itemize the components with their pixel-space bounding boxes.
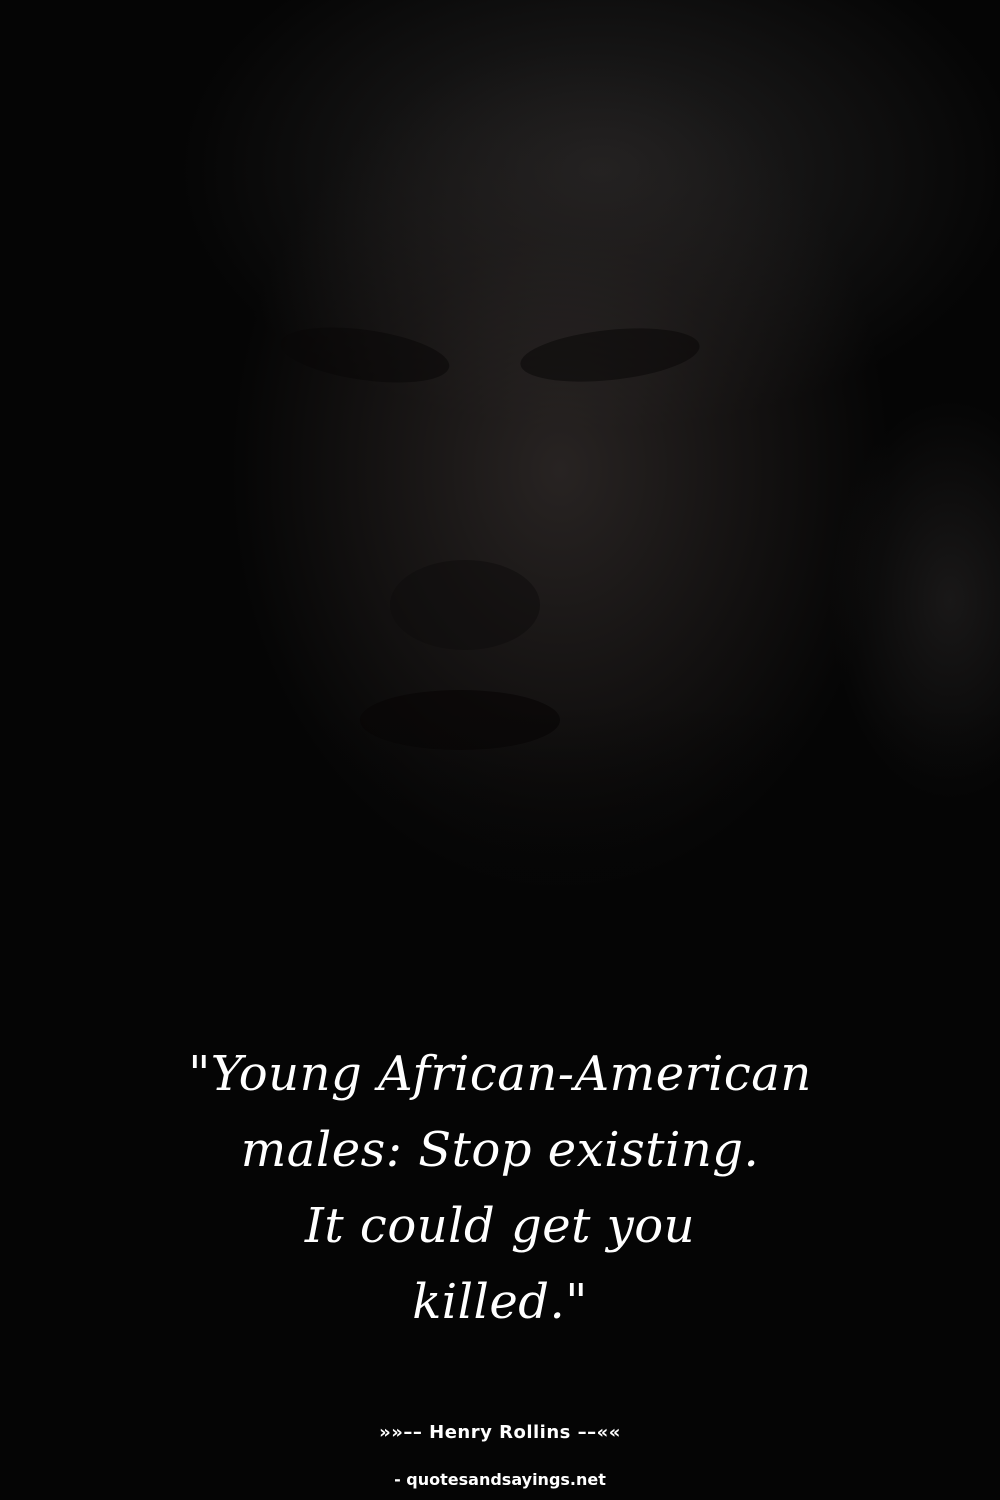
quote-card: "Young African-American males: Stop exis… bbox=[0, 0, 1000, 1500]
quote-line: It could get you bbox=[304, 1198, 696, 1254]
author-attribution: »»–– Henry Rollins ––«« bbox=[379, 1422, 621, 1443]
portrait-brow-right bbox=[517, 320, 703, 390]
portrait-nose bbox=[390, 560, 540, 650]
quote-line: killed." bbox=[412, 1274, 588, 1330]
portrait-brow-left bbox=[277, 318, 453, 392]
quote-text: "Young African-American males: Stop exis… bbox=[100, 1036, 900, 1340]
quote-line: "Young African-American bbox=[188, 1046, 812, 1102]
source-credit: - quotesandsayings.net bbox=[394, 1470, 606, 1489]
portrait-fade-overlay bbox=[0, 700, 1000, 1020]
quote-line: males: Stop existing. bbox=[240, 1122, 760, 1178]
